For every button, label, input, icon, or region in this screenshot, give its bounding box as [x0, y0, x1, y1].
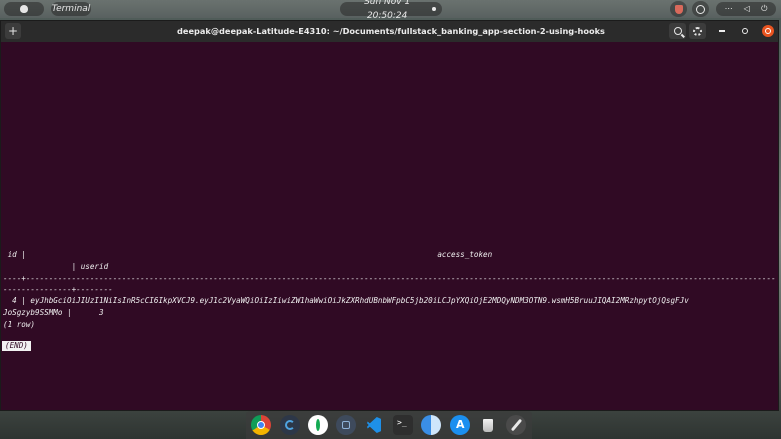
terminal-window: + deepak@deepak-Latitude-E4310: ~/Docume…: [0, 20, 779, 411]
table-separator-line: ----+-----------------------------------…: [3, 274, 775, 283]
table-row-wrapped: JoSgzyb9SSMMo | 3: [3, 308, 104, 317]
mongodb-icon[interactable]: [308, 415, 328, 435]
window-title: deepak@deepak-Latitude-E4310: ~/Document…: [177, 26, 605, 36]
database-icon[interactable]: [336, 415, 356, 435]
search-icon: [673, 27, 682, 35]
tray-accessibility-button[interactable]: [692, 1, 709, 17]
notification-dot-icon: [432, 7, 436, 11]
app-store-icon[interactable]: [450, 415, 470, 435]
trash-icon[interactable]: [478, 415, 498, 435]
tray-shield-button[interactable]: [670, 1, 687, 17]
apple-menu-button[interactable]: [4, 2, 44, 16]
table-separator-line-wrapped: ---------------+--------: [3, 285, 113, 294]
row-count-line: (1 row): [3, 320, 36, 329]
top-panel: Terminal Sun Nov 1 20:50:24 ⋯ ◁ ⏻: [0, 0, 781, 21]
table-row: 4 | eyJhbGciOiJIUzI1NiIsInR5cCI6IkpXVCJ9…: [3, 296, 689, 305]
finder-icon[interactable]: [421, 415, 441, 435]
table-header-line: id | access_token: [3, 250, 493, 259]
apple-logo-icon: [20, 5, 28, 13]
maximize-button[interactable]: [739, 25, 751, 37]
maximize-icon: [742, 28, 748, 34]
pager-end-marker: (END): [2, 341, 31, 351]
system-status-menu[interactable]: ⋯ ◁ ⏻: [716, 2, 776, 16]
terminal-icon[interactable]: [393, 415, 413, 435]
volume-icon: ◁: [743, 4, 750, 13]
search-button[interactable]: [669, 23, 686, 39]
vscode-icon[interactable]: [364, 415, 384, 435]
window-titlebar[interactable]: + deepak@deepak-Latitude-E4310: ~/Docume…: [1, 21, 778, 42]
active-app-menu[interactable]: Terminal: [51, 2, 91, 16]
trash-can-shape: [483, 419, 493, 432]
minimize-button[interactable]: [716, 25, 728, 37]
new-tab-button[interactable]: +: [5, 23, 21, 39]
minimize-icon: [719, 30, 725, 32]
table-header-line-wrapped: | userid: [3, 262, 109, 271]
launchpad-icon[interactable]: [506, 415, 526, 435]
close-button[interactable]: [762, 25, 774, 37]
vscode-logo-shape: [367, 417, 381, 433]
clock-button[interactable]: Sun Nov 1 20:50:24: [340, 0, 442, 21]
close-icon: [765, 28, 771, 34]
accessibility-icon: [696, 4, 705, 14]
chrome-icon[interactable]: [251, 415, 271, 435]
network-icon: ⋯: [724, 4, 733, 13]
preferences-button[interactable]: [689, 23, 706, 39]
dock: [246, 411, 532, 439]
gear-icon: [693, 26, 702, 36]
shield-icon: [674, 4, 683, 14]
power-icon: ⏻: [761, 4, 768, 13]
chart-app-icon[interactable]: [280, 415, 300, 435]
terminal-output[interactable]: id | access_token | userid ----+--------…: [1, 42, 778, 410]
